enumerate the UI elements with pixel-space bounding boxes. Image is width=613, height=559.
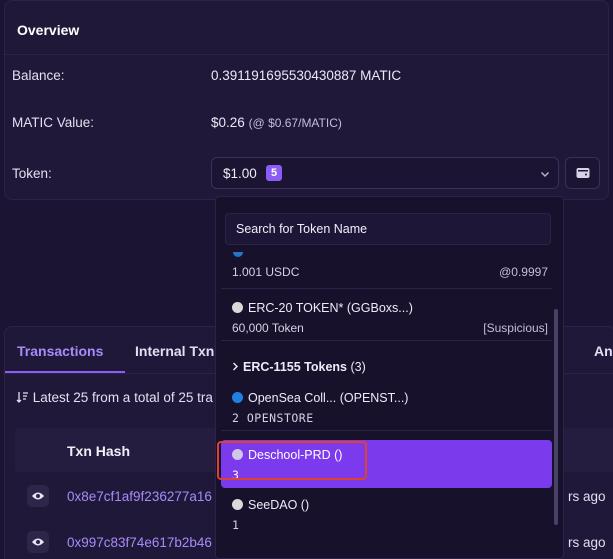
- group-count: (3): [350, 360, 366, 374]
- token-label: Token:: [12, 166, 52, 181]
- eye-icon[interactable]: [27, 531, 49, 553]
- wallet-button[interactable]: [565, 157, 600, 189]
- token-item-balance: 1: [232, 518, 240, 532]
- txn-age: rs ago: [568, 535, 606, 550]
- token-select[interactable]: $1.00 5: [211, 157, 559, 189]
- token-item-ggboxs[interactable]: ERC-20 TOKEN* (GGBoxs...) 60,000 Token […: [221, 293, 552, 341]
- transactions-summary-text: Latest 25 from a total of 25 tra: [32, 390, 213, 405]
- balance-value: 0.391191695530430887 MATIC: [211, 68, 402, 83]
- sort-icon: [16, 392, 28, 403]
- wallet-icon: [576, 168, 590, 178]
- token-count-badge: 5: [266, 165, 282, 181]
- txn-hash-link[interactable]: 0x997c83f74e617b2b46: [67, 535, 212, 550]
- overview-title: Overview: [5, 1, 608, 55]
- highlight-annotation: [217, 441, 367, 480]
- token-item-name: ERC-20 TOKEN* (GGBoxs...): [248, 301, 413, 315]
- chevron-right-icon: [233, 362, 238, 371]
- token-icon: [232, 499, 243, 510]
- token-dropdown: 1.001 USDC @0.9997 ERC-20 TOKEN* (GGBoxs…: [215, 196, 564, 559]
- matic-rate: (@ $0.67/MATIC): [248, 116, 342, 130]
- balance-label: Balance:: [12, 68, 65, 83]
- erc1155-group-header[interactable]: ERC-1155 Tokens (3): [232, 360, 366, 374]
- token-item-balance: 1.001 USDC: [232, 265, 300, 279]
- matic-value-amount: $0.26: [211, 115, 245, 130]
- token-icon: [232, 302, 243, 313]
- token-item-balance: 2 OPENSTORE: [232, 411, 314, 425]
- token-item-name: OpenSea Coll... (OPENST...): [248, 391, 409, 405]
- token-item-opensea[interactable]: OpenSea Coll... (OPENST...) 2 OPENSTORE: [221, 383, 552, 431]
- token-item-suspicious-tag: [Suspicious]: [483, 321, 548, 335]
- matic-value-label: MATIC Value:: [12, 115, 95, 130]
- token-item-seedao[interactable]: SeeDAO () 1: [221, 490, 552, 538]
- tab-internal-txns[interactable]: Internal Txns: [135, 343, 222, 359]
- tab-analytics[interactable]: Ana: [594, 343, 613, 359]
- txn-hash-link[interactable]: 0x8e7cf1af9f236277a16: [67, 489, 212, 504]
- token-search-box[interactable]: [225, 213, 551, 245]
- matic-value: $0.26 (@ $0.67/MATIC): [211, 115, 342, 130]
- txn-age: rs ago: [568, 489, 606, 504]
- token-search-input[interactable]: [226, 214, 550, 244]
- token-item-balance: 60,000 Token: [232, 321, 304, 335]
- eye-icon[interactable]: [27, 485, 49, 507]
- token-amount: $1.00: [223, 166, 257, 181]
- opensea-icon: [232, 392, 243, 403]
- transactions-summary: Latest 25 from a total of 25 tra: [16, 390, 213, 405]
- tab-transactions[interactable]: Transactions: [17, 343, 103, 359]
- token-item-name: SeeDAO (): [248, 498, 310, 512]
- token-item-price: @0.9997: [499, 265, 548, 279]
- dropdown-scrollbar[interactable]: [554, 309, 558, 525]
- group-label: ERC-1155 Tokens: [243, 360, 347, 374]
- column-txn-hash: Txn Hash: [67, 443, 131, 459]
- token-item-usdc[interactable]: 1.001 USDC @0.9997: [221, 245, 552, 289]
- chevron-down-icon: [540, 167, 550, 182]
